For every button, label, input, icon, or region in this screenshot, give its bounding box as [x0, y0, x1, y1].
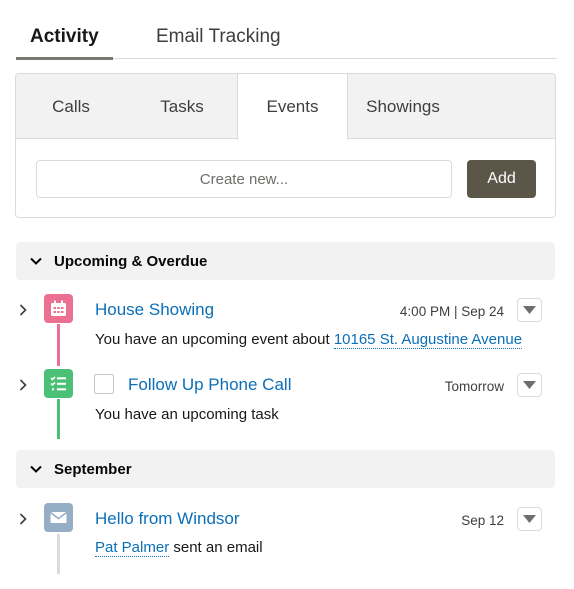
tab-activity[interactable]: Activity	[30, 26, 99, 48]
create-new-input[interactable]	[36, 160, 452, 198]
tab-email-tracking[interactable]: Email Tracking	[156, 26, 281, 48]
tab-showings[interactable]: Showings	[348, 74, 458, 139]
add-button[interactable]: Add	[467, 160, 536, 198]
related-record-link[interactable]: 10165 St. Augustine Avenue	[333, 331, 523, 349]
tab-tasks[interactable]: Tasks	[127, 74, 237, 139]
dropdown-arrow-icon	[523, 381, 536, 389]
item-date: Tomorrow	[444, 379, 504, 394]
activity-composer-card: Calls Tasks Events Showings Add	[15, 73, 556, 218]
timeline-item-house-showing: House Showing 4:00 PM | Sep 24 You have …	[0, 294, 574, 366]
item-menu-button[interactable]	[517, 507, 542, 531]
calendar-icon	[44, 294, 73, 323]
section-title: Upcoming & Overdue	[54, 253, 208, 270]
top-tabs: Activity Email Tracking	[16, 18, 557, 60]
item-menu-button[interactable]	[517, 298, 542, 322]
description-text: You have an upcoming event about	[95, 331, 334, 348]
chevron-right-icon[interactable]	[16, 512, 30, 526]
task-complete-checkbox[interactable]	[94, 374, 114, 394]
chevron-down-icon	[30, 257, 42, 265]
timeline-item-follow-up-call: Follow Up Phone Call Tomorrow You have a…	[0, 369, 574, 441]
chevron-right-icon[interactable]	[16, 303, 30, 317]
dropdown-arrow-icon	[523, 306, 536, 314]
item-title-link[interactable]: Hello from Windsor	[95, 509, 240, 529]
item-date: 4:00 PM | Sep 24	[399, 304, 504, 319]
item-description: You have an upcoming event about 10165 S…	[95, 331, 523, 349]
timeline-connector	[57, 324, 60, 366]
section-title: September	[54, 461, 132, 478]
item-title-link[interactable]: House Showing	[95, 300, 214, 320]
timeline-item-hello-from-windsor: Hello from Windsor Sep 12 Pat Palmer sen…	[0, 503, 574, 575]
section-upcoming-overdue[interactable]: Upcoming & Overdue	[16, 242, 555, 280]
item-menu-button[interactable]	[517, 373, 542, 397]
email-icon	[44, 503, 73, 532]
chevron-right-icon[interactable]	[16, 378, 30, 392]
dropdown-arrow-icon	[523, 515, 536, 523]
description-text: sent an email	[169, 539, 263, 556]
sender-link[interactable]: Pat Palmer	[95, 539, 170, 557]
item-description: Pat Palmer sent an email	[95, 539, 263, 557]
item-title-link[interactable]: Follow Up Phone Call	[128, 375, 291, 395]
timeline-connector	[57, 399, 60, 439]
timeline-connector	[57, 534, 60, 574]
task-list-icon	[44, 369, 73, 398]
active-tab-indicator	[16, 57, 113, 60]
section-september[interactable]: September	[16, 450, 555, 488]
item-description: You have an upcoming task	[95, 406, 279, 423]
tab-calls[interactable]: Calls	[16, 74, 126, 139]
item-date: Sep 12	[461, 513, 504, 528]
tab-events[interactable]: Events	[237, 74, 348, 140]
chevron-down-icon	[30, 465, 42, 473]
